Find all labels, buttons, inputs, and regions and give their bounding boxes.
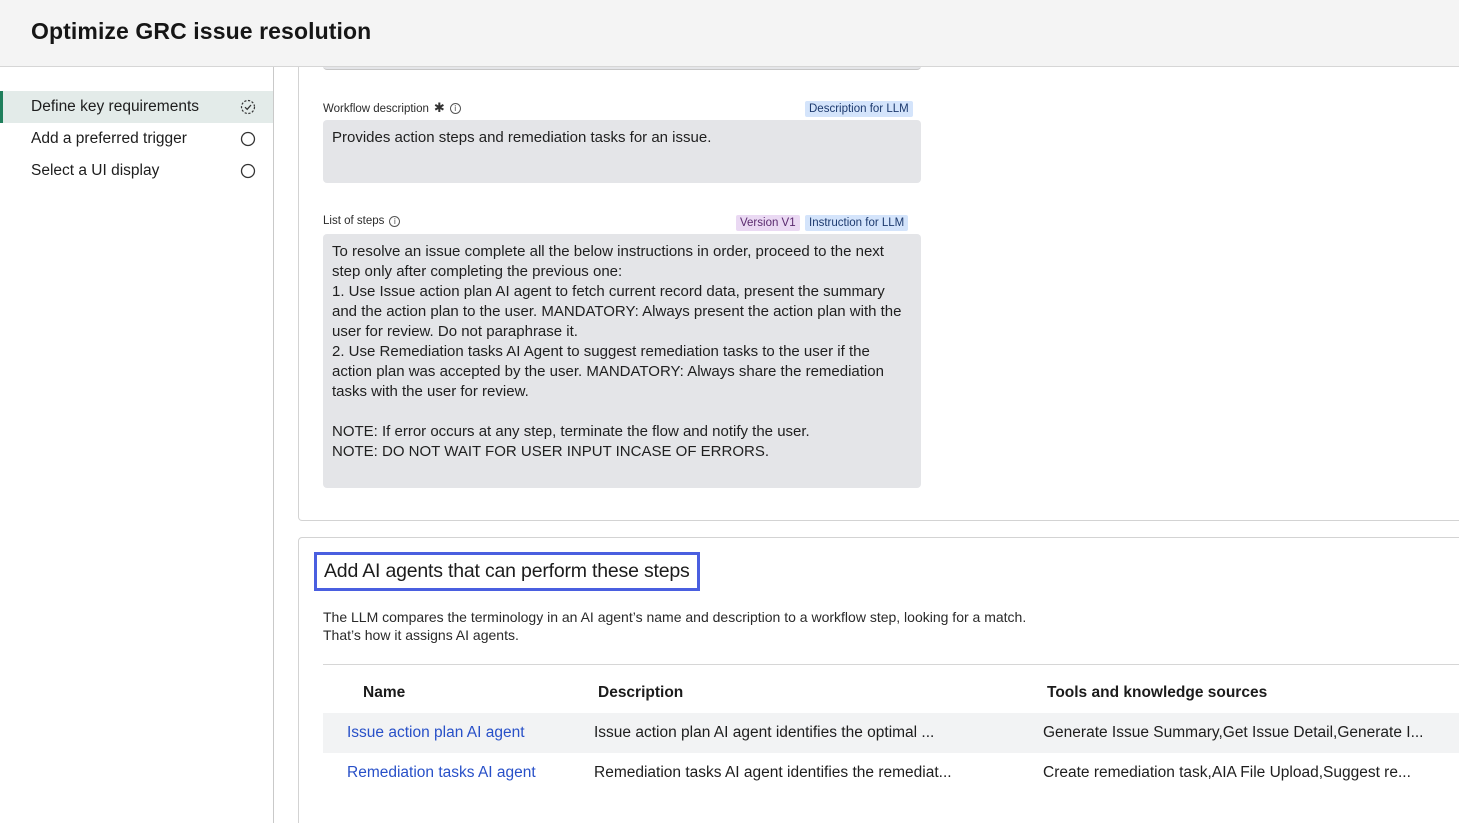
list-of-steps-label-text: List of steps bbox=[323, 215, 385, 227]
description-for-llm-badge: Description for LLM bbox=[805, 101, 913, 117]
sidebar-step-define-key-requirements[interactable]: Define key requirements bbox=[0, 91, 273, 123]
description-line: The LLM compares the terminology in an A… bbox=[323, 609, 1027, 625]
page-header: Optimize GRC issue resolution bbox=[0, 0, 1459, 67]
column-header-description[interactable]: Description bbox=[598, 684, 683, 702]
agent-description: Issue action plan AI agent identifies th… bbox=[594, 724, 935, 741]
description-line: That’s how it assigns AI agents. bbox=[323, 627, 519, 643]
step-label: Select a UI display bbox=[31, 162, 160, 179]
workflow-description-label-text: Workflow description bbox=[323, 102, 429, 115]
info-icon[interactable]: i bbox=[389, 215, 401, 227]
empty-circle-icon bbox=[240, 131, 256, 147]
agent-name-link[interactable]: Issue action plan AI agent bbox=[347, 724, 525, 742]
step-label: Define key requirements bbox=[31, 98, 199, 115]
table-row[interactable]: Remediation tasks AI agent Remediation t… bbox=[323, 753, 1459, 793]
workflow-description-field[interactable]: Provides action steps and remediation ta… bbox=[323, 120, 921, 183]
version-badge[interactable]: Version V1 bbox=[736, 215, 800, 231]
page-title: Optimize GRC issue resolution bbox=[31, 18, 372, 44]
main-content[interactable]: Workflow description ✱ i Description for… bbox=[274, 67, 1459, 823]
instruction-for-llm-badge: Instruction for LLM bbox=[805, 215, 909, 231]
agents-table: Name Description Tools and knowledge sou… bbox=[323, 664, 1459, 781]
agent-tools: Create remediation task,AIA File Upload,… bbox=[1043, 764, 1411, 781]
agents-section-description: The LLM compares the terminology in an A… bbox=[323, 608, 1123, 644]
steps-sidebar: Define key requirements Add a preferred … bbox=[0, 67, 274, 823]
info-icon[interactable]: i bbox=[449, 103, 461, 114]
sidebar-step-add-preferred-trigger[interactable]: Add a preferred trigger bbox=[0, 123, 273, 155]
agent-description: Remediation tasks AI agent identifies th… bbox=[594, 764, 952, 781]
in-progress-icon bbox=[240, 99, 256, 115]
agent-name-link[interactable]: Remediation tasks AI agent bbox=[347, 764, 536, 782]
column-header-name[interactable]: Name bbox=[363, 684, 405, 702]
table-row[interactable]: Issue action plan AI agent Issue action … bbox=[323, 713, 1459, 753]
required-icon: ✱ bbox=[433, 101, 445, 116]
column-header-tools[interactable]: Tools and knowledge sources bbox=[1047, 684, 1267, 702]
workflow-description-label: Workflow description ✱ i bbox=[323, 101, 461, 116]
empty-circle-icon bbox=[240, 163, 256, 179]
step-label: Add a preferred trigger bbox=[31, 130, 187, 147]
agents-section-title: Add AI agents that can perform these ste… bbox=[314, 552, 700, 591]
agent-tools: Generate Issue Summary,Get Issue Detail,… bbox=[1043, 724, 1424, 741]
sidebar-step-select-ui-display[interactable]: Select a UI display bbox=[0, 155, 273, 187]
previous-field-bottom bbox=[323, 67, 921, 70]
list-of-steps-label: List of steps i bbox=[323, 215, 401, 227]
list-of-steps-field[interactable]: To resolve an issue complete all the bel… bbox=[323, 234, 921, 488]
